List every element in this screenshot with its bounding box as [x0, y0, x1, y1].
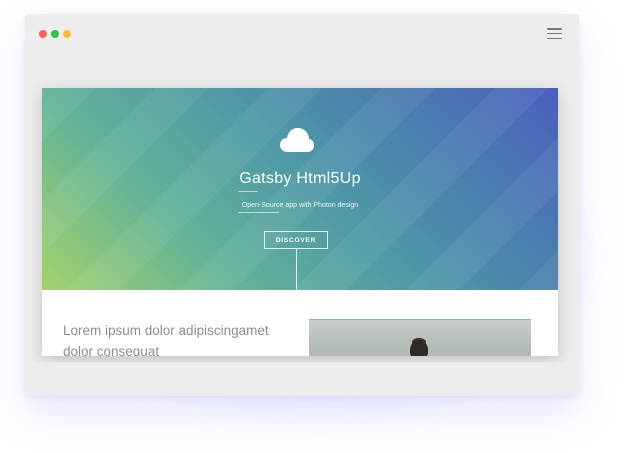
discover-button[interactable]: DISCOVER — [264, 231, 328, 249]
content-image — [309, 319, 531, 356]
scroll-connector-line — [296, 249, 297, 290]
hero-subtitle-underline — [238, 212, 279, 213]
person-silhouette — [410, 340, 428, 356]
menu-bar — [547, 28, 562, 30]
browser-window: Gatsby Html5Up Open-Source app with Phot… — [25, 14, 579, 396]
hero-title-underline — [238, 191, 258, 192]
hamburger-menu-icon[interactable] — [547, 28, 562, 39]
window-controls — [39, 30, 71, 38]
minimize-dot[interactable] — [63, 30, 71, 38]
close-dot[interactable] — [39, 30, 47, 38]
window-bottom-strip — [25, 362, 579, 396]
menu-bar — [547, 32, 562, 35]
menu-bar — [547, 37, 562, 39]
hero-title: Gatsby Html5Up — [239, 170, 361, 187]
hero-stripes — [42, 88, 558, 290]
maximize-dot[interactable] — [51, 30, 59, 38]
content-heading: Lorem ipsum dolor adipiscingamet dolor c… — [63, 323, 269, 356]
website-preview: Gatsby Html5Up Open-Source app with Phot… — [42, 88, 558, 356]
hero-subtitle: Open-Source app with Photon design — [241, 202, 359, 209]
hero-section: Gatsby Html5Up Open-Source app with Phot… — [42, 88, 558, 290]
cloud-icon — [280, 128, 314, 152]
